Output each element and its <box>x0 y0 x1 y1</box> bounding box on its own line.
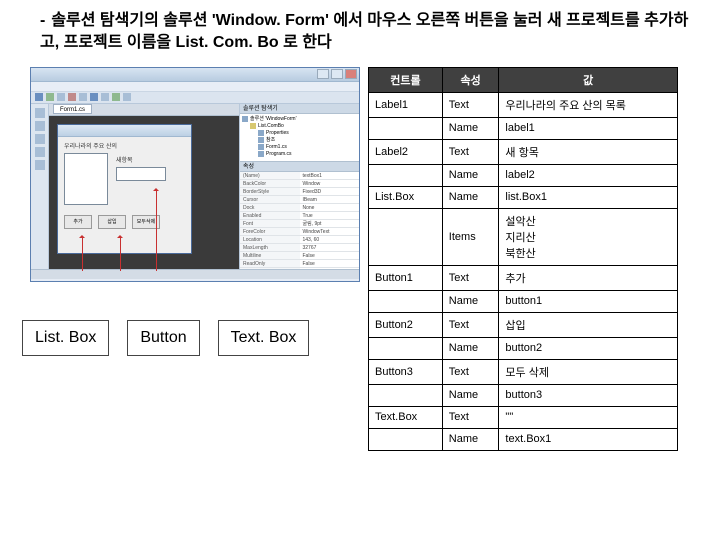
designer-tab: Form1.cs <box>53 104 92 114</box>
properties-table: 컨트롤 속성 값 Label1Text우리나라의 주요 산의 목록Namelab… <box>368 67 678 451</box>
table-row: Items설악산지리산북한산 <box>369 208 678 265</box>
label-textbox: Text. Box <box>218 320 310 356</box>
ide-designer: Form1.cs 우리나라의 주요 산의 새항목 추가 삽입 <box>49 104 239 269</box>
ide-statusbar <box>31 269 359 279</box>
table-row: Text.BoxText"" <box>369 406 678 428</box>
mock-textbox <box>116 167 166 181</box>
ide-titlebar <box>31 68 359 82</box>
control-labels: List. Box Button Text. Box <box>22 320 309 356</box>
ide-toolbar <box>31 92 359 104</box>
arrow-icon <box>156 189 157 271</box>
arrow-icon <box>82 236 83 271</box>
table-row: Nametext.Box1 <box>369 428 678 450</box>
form-mock: 우리나라의 주요 산의 새항목 추가 삽입 모두삭제 <box>57 124 192 254</box>
maximize-icon <box>331 69 343 79</box>
table-row: Namelabel2 <box>369 164 678 186</box>
close-icon <box>345 69 357 79</box>
col-property: 속성 <box>442 67 499 92</box>
table-row: List.BoxNamelist.Box1 <box>369 186 678 208</box>
table-row: Namebutton3 <box>369 384 678 406</box>
table-row: Namebutton2 <box>369 337 678 359</box>
solution-explorer: 솔루션 'WindowForm' List.ComBo Properties 참… <box>240 114 359 162</box>
instruction-text: -솔루션 탐색기의 솔루션 'Window. Form' 에서 마우스 오른쪽 … <box>30 10 690 55</box>
label-listbox: List. Box <box>22 320 109 356</box>
label-button: Button <box>127 320 199 356</box>
properties-panel: (Name)textBox1BackColorWindowBorderStyle… <box>240 172 359 269</box>
arrow-icon <box>120 236 121 271</box>
table-row: Namelabel1 <box>369 117 678 139</box>
table-row: Label1Text우리나라의 주요 산의 목록 <box>369 92 678 117</box>
mock-btn-add: 추가 <box>64 215 92 229</box>
col-control: 컨트롤 <box>369 67 443 92</box>
minimize-icon <box>317 69 329 79</box>
ide-menubar <box>31 82 359 92</box>
solution-explorer-title: 솔루션 탐색기 <box>240 104 359 114</box>
table-row: Button3Text모두 삭제 <box>369 359 678 384</box>
table-row: Button2Text삽입 <box>369 312 678 337</box>
mock-btn-insert: 삽입 <box>98 215 126 229</box>
ide-screenshot: Form1.cs 우리나라의 주요 산의 새항목 추가 삽입 <box>30 67 360 282</box>
properties-panel-title: 속성 <box>240 162 359 172</box>
table-row: Label2Text새 항목 <box>369 139 678 164</box>
ide-toolbox <box>31 104 49 269</box>
table-row: Namebutton1 <box>369 290 678 312</box>
col-value: 값 <box>499 67 678 92</box>
table-row: Button1Text추가 <box>369 265 678 290</box>
mock-listbox <box>64 153 108 205</box>
